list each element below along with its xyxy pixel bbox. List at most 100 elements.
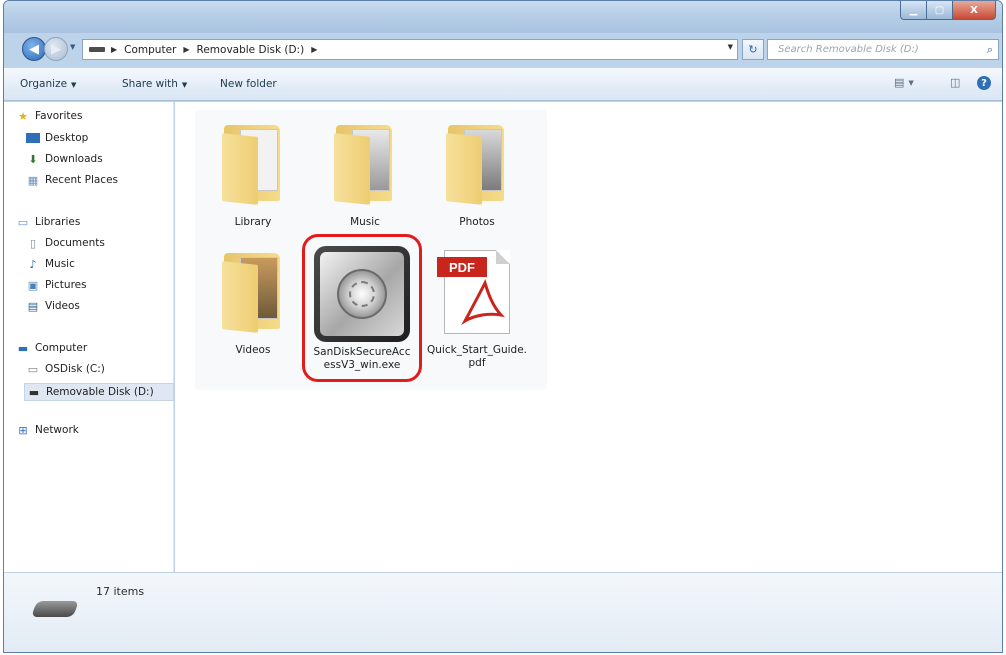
folder-icon: [334, 125, 396, 205]
close-icon: X: [970, 4, 978, 16]
nav-label: Libraries: [35, 216, 81, 228]
file-item[interactable]: Library: [203, 114, 303, 229]
address-row: ◀ ▶ ▼ ▶ Computer ▶ Removable Disk (D:) ▶…: [4, 35, 1002, 63]
nav-videos[interactable]: ▤ Videos: [26, 299, 80, 313]
nav-desktop[interactable]: Desktop: [26, 132, 88, 144]
preview-pane-icon: ◫: [950, 76, 961, 89]
close-button[interactable]: X: [952, 1, 996, 20]
chevron-right-icon[interactable]: ▶: [111, 45, 117, 54]
search-icon[interactable]: ⌕: [987, 43, 993, 57]
safe-icon: [314, 246, 410, 342]
nav-pictures[interactable]: ▣ Pictures: [26, 279, 87, 292]
command-bar: Organize ▼ Share with ▼ New folder ▤ ▼ ◫ ?: [4, 67, 1002, 101]
nav-osdisk[interactable]: ▭ OSDisk (C:): [26, 362, 105, 376]
drive-icon: [89, 47, 105, 52]
minimize-button[interactable]: ▁: [900, 1, 926, 20]
new-folder-label: New folder: [220, 78, 277, 90]
address-bar[interactable]: ▶ Computer ▶ Removable Disk (D:) ▶ ▼: [82, 39, 738, 60]
file-name: Quick_Start_Guide.pdf: [427, 344, 528, 369]
nav-favorites[interactable]: ★ Favorites: [16, 109, 83, 123]
nav-removable-disk[interactable]: ▬ Removable Disk (D:): [24, 383, 174, 401]
nav-recent-places[interactable]: ▦ Recent Places: [26, 173, 118, 187]
nav-documents[interactable]: ▯ Documents: [26, 236, 105, 250]
star-icon: ★: [18, 109, 28, 123]
nav-network[interactable]: ⊞ Network: [16, 423, 79, 437]
nav-label: Network: [35, 424, 79, 436]
downloads-icon: ⬇: [28, 152, 38, 166]
item-count: 17 items: [96, 585, 145, 598]
music-icon: ♪: [29, 257, 37, 271]
preview-pane-button[interactable]: ◫: [950, 76, 960, 89]
file-name: Videos: [235, 344, 271, 356]
documents-icon: ▯: [29, 236, 37, 250]
file-item[interactable]: Photos: [427, 114, 527, 229]
nav-label: Favorites: [35, 110, 83, 122]
search-input[interactable]: Search Removable Disk (D:) ⌕: [767, 39, 999, 60]
nav-label: Documents: [45, 237, 105, 249]
file-item[interactable]: SanDiskSecureAccessV3_win.exe: [312, 244, 412, 372]
back-arrow-icon: ◀: [29, 41, 39, 57]
file-name: SanDiskSecureAccessV3_win.exe: [313, 346, 411, 371]
pdf-icon: PDF: [437, 250, 510, 334]
view-icon: ▤: [894, 76, 905, 89]
computer-icon: ▬: [17, 341, 29, 355]
file-name: Library: [234, 216, 272, 228]
chevron-down-icon: ▼: [71, 81, 77, 89]
folder-icon: [222, 125, 284, 205]
organize-label: Organize: [20, 78, 68, 90]
nav-libraries[interactable]: ▭ Libraries: [16, 215, 81, 229]
caption-buttons: ▁ ▢ X: [900, 1, 996, 21]
nav-label: Removable Disk (D:): [46, 386, 154, 398]
nav-music[interactable]: ♪ Music: [26, 257, 75, 271]
help-button[interactable]: ?: [977, 76, 991, 90]
videos-icon: ▤: [27, 299, 39, 313]
nav-computer[interactable]: ▬ Computer: [16, 341, 88, 355]
forward-button[interactable]: ▶: [44, 37, 68, 61]
change-view-button[interactable]: ▤ ▼: [894, 76, 914, 89]
file-item[interactable]: Music: [315, 114, 415, 229]
refresh-button[interactable]: ↻: [742, 39, 764, 60]
organize-button[interactable]: Organize ▼: [20, 78, 76, 90]
chevron-right-icon[interactable]: ▶: [311, 45, 317, 54]
navigation-pane: ★ Favorites Desktop ⬇ Downloads ▦ Recent Pl…: [4, 102, 174, 572]
nav-label: Desktop: [45, 132, 89, 144]
minimize-icon: ▁: [909, 4, 918, 16]
share-with-button[interactable]: Share with ▼: [122, 78, 187, 90]
network-icon: ⊞: [18, 423, 28, 437]
maximize-button[interactable]: ▢: [926, 1, 952, 20]
breadcrumb-removable-disk[interactable]: Removable Disk (D:): [197, 44, 305, 56]
help-icon: ?: [977, 76, 991, 90]
file-name: Photos: [459, 216, 495, 228]
desktop-icon: [26, 133, 40, 143]
maximize-icon: ▢: [934, 4, 945, 16]
file-name: Music: [350, 216, 380, 228]
search-placeholder: Search Removable Disk (D:): [778, 44, 919, 55]
file-item[interactable]: PDF Quick_Start_Guide.pdf: [427, 242, 527, 370]
nav-label: Downloads: [45, 153, 103, 165]
details-pane: 17 items: [4, 572, 1002, 652]
chevron-right-icon[interactable]: ▶: [183, 45, 189, 54]
removable-disk-icon: ▬: [28, 385, 40, 399]
file-item[interactable]: Videos: [203, 242, 303, 357]
forward-arrow-icon: ▶: [51, 41, 61, 57]
nav-label: Music: [45, 258, 75, 270]
refresh-icon: ↻: [748, 43, 758, 56]
breadcrumb-computer[interactable]: Computer: [124, 44, 176, 56]
chevron-down-icon: ▼: [181, 81, 188, 89]
title-bar[interactable]: ▁ ▢ X: [4, 1, 1002, 33]
back-button[interactable]: ◀: [22, 37, 46, 61]
folder-icon: [222, 253, 284, 333]
libraries-icon: ▭: [17, 215, 29, 229]
hard-disk-icon: ▭: [27, 362, 39, 376]
nav-label: Videos: [45, 300, 80, 312]
new-folder-button[interactable]: New folder: [220, 78, 277, 90]
address-history-dropdown[interactable]: ▼: [728, 43, 733, 51]
file-list: Library Music Photos Videos SanDiskSecur…: [175, 102, 1002, 572]
removable-drive-icon: [31, 601, 79, 617]
recent-places-icon: ▦: [27, 173, 39, 187]
explorer-window: ▁ ▢ X ◀ ▶ ▼ ▶ Computer ▶ Removable Disk …: [3, 0, 1003, 653]
nav-downloads[interactable]: ⬇ Downloads: [26, 152, 103, 166]
nav-label: Computer: [35, 342, 88, 354]
recent-pages-dropdown[interactable]: ▼: [70, 43, 75, 51]
chevron-down-icon: ▼: [908, 78, 914, 87]
